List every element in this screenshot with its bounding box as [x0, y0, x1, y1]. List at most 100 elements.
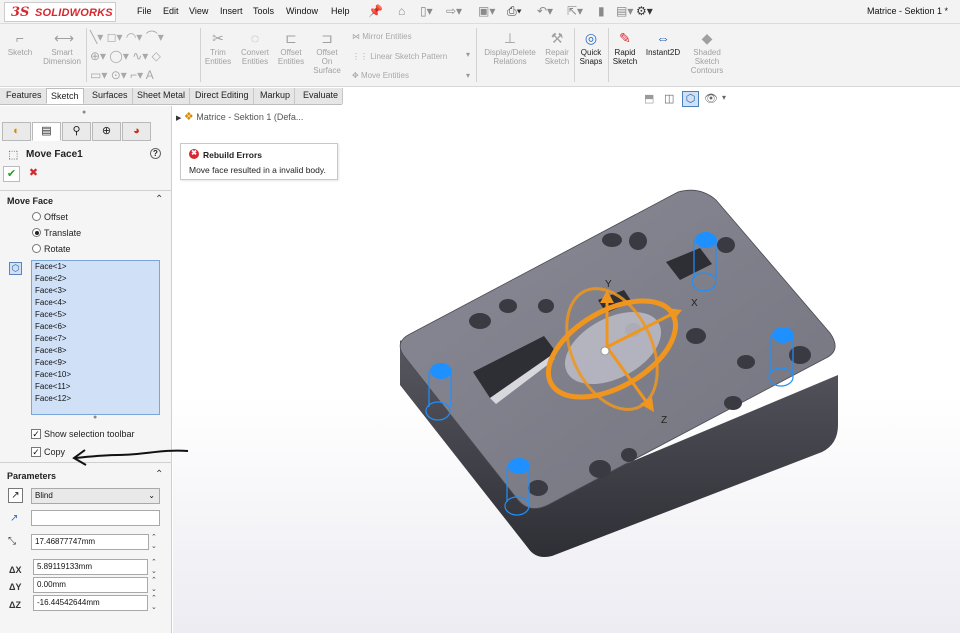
- tab-evaluate[interactable]: Evaluate: [299, 88, 344, 104]
- list-item[interactable]: Face<8>: [32, 345, 159, 357]
- chevron-right-icon[interactable]: ▶: [176, 115, 181, 122]
- slot-tools-icon[interactable]: ▭▾ ⊙▾ ⌐▾ A: [90, 66, 198, 85]
- list-item[interactable]: Face<10>: [32, 369, 159, 381]
- list-item[interactable]: Face<6>: [32, 321, 159, 333]
- spin-up-icon[interactable]: ⌃: [151, 534, 157, 541]
- chevron-down-icon[interactable]: ▾: [722, 93, 726, 102]
- copy-checkbox[interactable]: ✓: [31, 447, 41, 457]
- dimxpert-tab-icon[interactable]: ⊕: [92, 122, 121, 141]
- offset-on-surface-button[interactable]: ⊐ Offset On Surface: [311, 30, 343, 75]
- tab-features[interactable]: Features: [2, 88, 47, 104]
- undo-icon[interactable]: ↶▾: [537, 4, 553, 18]
- offset-entities-button[interactable]: ⊏ Offset Entities: [275, 30, 307, 66]
- spin-up-icon[interactable]: ⌃: [151, 595, 157, 602]
- flyout-feature-tree[interactable]: ▶ ❖ Matrice - Sektion 1 (Defa...: [176, 110, 303, 123]
- tab-direct-editing[interactable]: Direct Editing: [191, 88, 254, 104]
- display-delete-relations-button[interactable]: ⊥ Display/Delete Relations: [480, 30, 540, 66]
- list-item[interactable]: Face<3>: [32, 285, 159, 297]
- list-item[interactable]: Face<1>: [32, 261, 159, 273]
- file-properties-icon[interactable]: ▤▾: [616, 4, 633, 18]
- spin-down-icon[interactable]: ⌄: [151, 543, 157, 550]
- select-icon[interactable]: ⇱▾: [567, 4, 583, 18]
- cancel-button[interactable]: ✖: [25, 166, 42, 182]
- display-manager-tab-icon[interactable]: ◕: [122, 122, 151, 141]
- previous-view-icon[interactable]: ⬒: [644, 92, 654, 105]
- list-item[interactable]: Face<4>: [32, 297, 159, 309]
- rapid-sketch-button[interactable]: ✎ Rapid Sketch: [610, 30, 640, 66]
- spin-up-icon[interactable]: ⌃: [151, 559, 157, 566]
- tab-markup[interactable]: Markup: [256, 88, 296, 104]
- display-style-icon[interactable]: ⬡: [682, 91, 699, 107]
- menu-edit[interactable]: Edit: [163, 6, 179, 16]
- tab-sheet-metal[interactable]: Sheet Metal: [133, 88, 191, 104]
- menu-tools[interactable]: Tools: [253, 6, 274, 16]
- delta-y-input[interactable]: 0.00mm: [33, 577, 148, 593]
- chevron-down-icon[interactable]: ▾: [466, 71, 470, 80]
- part-model[interactable]: Y X Z: [390, 186, 850, 566]
- parameters-section-header[interactable]: Parameters: [7, 471, 56, 481]
- circle-tools-icon[interactable]: ⊕▾ ◯▾ ∿▾ ◇: [90, 47, 198, 66]
- rotate-radio[interactable]: [32, 244, 41, 253]
- linear-sketch-pattern-button[interactable]: ⋮⋮ Linear Sketch Pattern: [352, 52, 447, 61]
- print-icon[interactable]: ⎙▾: [507, 4, 522, 19]
- translate-radio[interactable]: [32, 228, 41, 237]
- help-icon[interactable]: ?: [150, 148, 161, 159]
- list-item[interactable]: Face<12>: [32, 393, 159, 405]
- list-item[interactable]: Face<2>: [32, 273, 159, 285]
- end-condition-select[interactable]: Blind ⌄: [31, 488, 160, 504]
- quick-snaps-button[interactable]: ◎ Quick Snaps: [576, 30, 606, 66]
- list-item[interactable]: Face<9>: [32, 357, 159, 369]
- show-selection-toolbar-checkbox[interactable]: ✓: [31, 429, 41, 439]
- trim-entities-button[interactable]: ✂ Trim Entities: [202, 30, 234, 66]
- menu-file[interactable]: File: [137, 6, 152, 16]
- faces-selection-box[interactable]: Face<1> Face<2> Face<3> Face<4> Face<5> …: [31, 260, 160, 415]
- list-item[interactable]: Face<11>: [32, 381, 159, 393]
- move-entities-button[interactable]: ✥ Move Entities: [352, 71, 409, 80]
- chevron-up-icon[interactable]: ⌃: [155, 194, 163, 205]
- tab-surfaces[interactable]: Surfaces: [88, 88, 133, 104]
- distance-input[interactable]: 17.46877747mm: [31, 534, 149, 550]
- delta-z-input[interactable]: -16.44542644mm: [33, 595, 148, 611]
- line-tools-icon[interactable]: ╲▾ ◻▾ ◠▾ ⌒▾: [90, 28, 198, 47]
- spin-up-icon[interactable]: ⌃: [151, 577, 157, 584]
- spin-down-icon[interactable]: ⌄: [151, 586, 157, 593]
- sketch-entities-grid[interactable]: ╲▾ ◻▾ ◠▾ ⌒▾ ⊕▾ ◯▾ ∿▾ ◇ ▭▾ ⊙▾ ⌐▾ A: [90, 28, 198, 84]
- repair-sketch-button[interactable]: ⚒ Repair Sketch: [542, 30, 572, 66]
- resize-grip-icon[interactable]: ●: [93, 414, 97, 421]
- direction-field[interactable]: [31, 510, 160, 526]
- menu-window[interactable]: Window: [286, 6, 318, 16]
- panel-grip-icon[interactable]: ●: [82, 109, 86, 116]
- chevron-down-icon[interactable]: ▾: [466, 50, 470, 59]
- feature-manager-tab-icon[interactable]: ◐: [2, 122, 31, 141]
- tab-sketch[interactable]: Sketch: [46, 88, 84, 104]
- menu-insert[interactable]: Insert: [220, 6, 243, 16]
- spin-down-icon[interactable]: ⌄: [151, 568, 157, 575]
- instant2d-button[interactable]: ⇔ Instant2D: [643, 30, 683, 57]
- convert-entities-button[interactable]: ◌ Convert Entities: [238, 30, 272, 66]
- open-icon[interactable]: ⇨▾: [446, 4, 462, 18]
- options-gear-icon[interactable]: ⚙▾: [636, 4, 653, 18]
- spin-down-icon[interactable]: ⌄: [151, 604, 157, 611]
- configuration-manager-tab-icon[interactable]: ⚲: [62, 122, 91, 141]
- home-icon[interactable]: ⌂: [398, 4, 405, 18]
- rebuild-icon[interactable]: ▮: [598, 4, 605, 18]
- mirror-entities-button[interactable]: ⋈ Mirror Entities: [352, 32, 412, 41]
- pin-icon[interactable]: 📌: [368, 4, 383, 18]
- sketch-button[interactable]: ⌐ Sketch: [4, 30, 36, 57]
- reverse-direction-icon[interactable]: ↗: [8, 488, 23, 503]
- list-item[interactable]: Face<7>: [32, 333, 159, 345]
- shaded-sketch-contours-button[interactable]: ◆ Shaded Sketch Contours: [686, 30, 728, 75]
- list-item[interactable]: Face<5>: [32, 309, 159, 321]
- new-document-icon[interactable]: ▯▾: [420, 4, 433, 18]
- chevron-up-icon[interactable]: ⌃: [155, 469, 163, 480]
- hide-show-items-icon[interactable]: 👁: [704, 92, 718, 105]
- offset-radio[interactable]: [32, 212, 41, 221]
- delta-x-input[interactable]: 5.89119133mm: [33, 559, 148, 575]
- save-icon[interactable]: ▣▾: [478, 4, 495, 18]
- ok-button[interactable]: ✔: [3, 166, 20, 182]
- menu-view[interactable]: View: [189, 6, 208, 16]
- move-face-section-header[interactable]: Move Face: [7, 196, 53, 206]
- tree-root-label[interactable]: Matrice - Sektion 1 (Defa...: [196, 112, 303, 122]
- menu-help[interactable]: Help: [331, 6, 350, 16]
- solidworks-logo[interactable]: 3S SOLIDWORKS: [4, 2, 116, 22]
